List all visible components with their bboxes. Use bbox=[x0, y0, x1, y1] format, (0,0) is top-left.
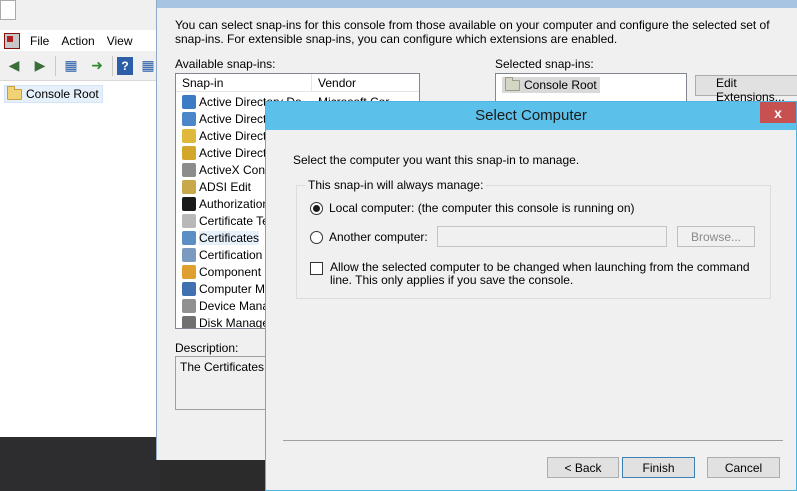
selected-item-label: Console Root bbox=[524, 78, 597, 92]
snapin-icon bbox=[182, 145, 196, 160]
dialog-frame bbox=[157, 0, 797, 8]
allow-change-label: Allow the selected computer to be change… bbox=[330, 260, 750, 287]
another-computer-option[interactable]: Another computer: bbox=[310, 230, 428, 244]
snapin-icon bbox=[182, 298, 196, 313]
snapin-name: ADSI Edit bbox=[199, 179, 252, 194]
mmc-app-icon[interactable] bbox=[4, 32, 20, 49]
snapin-name: Authorization bbox=[199, 196, 270, 211]
dialog-body: Select the computer you want this snap-i… bbox=[273, 130, 790, 484]
snapin-icon bbox=[182, 315, 196, 328]
snapin-icon bbox=[182, 264, 196, 279]
finish-button[interactable]: Finish bbox=[622, 457, 695, 478]
snapin-name: ActiveX Contr bbox=[199, 162, 273, 177]
column-header-snapin[interactable]: Snap-in bbox=[176, 74, 312, 92]
snapin-icon bbox=[182, 128, 196, 143]
another-computer-input[interactable] bbox=[437, 226, 667, 247]
selected-snapins-label: Selected snap-ins: bbox=[495, 57, 594, 71]
snapin-icon bbox=[182, 213, 196, 228]
snapin-icon bbox=[182, 247, 196, 262]
toolbar-separator bbox=[55, 55, 56, 76]
groupbox-label: This snap-in will always manage: bbox=[305, 178, 487, 192]
selected-item-console-root[interactable]: Console Root bbox=[502, 76, 600, 93]
menu-file[interactable]: File bbox=[26, 34, 57, 48]
snapin-icon bbox=[182, 94, 196, 109]
snapin-name: Certificates bbox=[199, 230, 260, 245]
tree-item-label: Console Root bbox=[26, 87, 99, 101]
instruction-text: Select the computer you want this snap-i… bbox=[293, 153, 580, 167]
snapin-icon bbox=[182, 196, 196, 211]
description-box: The Certificates s bbox=[175, 356, 271, 410]
menu-view[interactable]: View bbox=[103, 34, 141, 48]
local-computer-option[interactable]: Local computer: (the computer this conso… bbox=[310, 201, 635, 215]
allow-change-checkbox[interactable] bbox=[310, 262, 323, 275]
local-computer-label: Local computer: (the computer this conso… bbox=[329, 201, 635, 215]
back-button[interactable]: < Back bbox=[547, 457, 619, 478]
snapin-icon bbox=[182, 162, 196, 177]
column-header-vendor[interactable]: Vendor bbox=[312, 74, 419, 92]
snapin-icon bbox=[182, 111, 196, 126]
help-icon[interactable]: ? bbox=[117, 56, 133, 75]
selected-snapins-list[interactable]: Console Root bbox=[495, 73, 687, 103]
snapin-icon bbox=[182, 230, 196, 245]
mmc-window: File Action View ◀ ▶ ▦ ➜ ? ▦ Console Roo… bbox=[0, 0, 160, 437]
list-header: Snap-in Vendor bbox=[176, 74, 419, 92]
menu-action[interactable]: Action bbox=[57, 34, 102, 48]
button-divider bbox=[283, 440, 783, 441]
forward-arrow-icon[interactable]: ▶ bbox=[29, 55, 51, 77]
browse-button[interactable]: Browse... bbox=[677, 226, 755, 247]
folder-icon bbox=[505, 76, 520, 91]
show-hide-tree-icon[interactable]: ▦ bbox=[60, 55, 82, 77]
snapin-name: Certificate Te bbox=[199, 213, 269, 228]
description-label: Description: bbox=[175, 341, 239, 355]
toolbar-separator bbox=[112, 55, 113, 76]
mmc-menubar: File Action View bbox=[0, 30, 160, 51]
manage-groupbox: This snap-in will always manage: Local c… bbox=[296, 178, 771, 299]
another-computer-label: Another computer: bbox=[329, 230, 428, 244]
edit-extensions-button[interactable]: Edit Extensions... bbox=[695, 75, 797, 104]
snapin-name: Certification A bbox=[199, 247, 274, 262]
back-arrow-icon[interactable]: ◀ bbox=[3, 55, 25, 77]
close-icon[interactable]: x bbox=[760, 102, 796, 123]
export-list-icon[interactable]: ➜ bbox=[86, 55, 108, 77]
allow-change-option[interactable]: Allow the selected computer to be change… bbox=[310, 261, 760, 287]
another-computer-radio[interactable] bbox=[310, 230, 323, 244]
available-snapins-label: Available snap-ins: bbox=[175, 57, 276, 71]
cancel-button[interactable]: Cancel bbox=[707, 457, 780, 478]
dialog-title: Select Computer bbox=[475, 107, 587, 124]
titlebar-app-icon bbox=[0, 0, 16, 20]
intro-text: You can select snap-ins for this console… bbox=[175, 18, 770, 46]
snapin-icon bbox=[182, 179, 196, 194]
snapin-icon bbox=[182, 281, 196, 296]
folder-icon bbox=[7, 85, 22, 100]
tree-item-console-root[interactable]: Console Root bbox=[4, 85, 103, 103]
local-computer-radio[interactable] bbox=[310, 201, 323, 215]
mmc-titlebar bbox=[0, 0, 160, 30]
taskbar bbox=[0, 437, 160, 491]
mmc-toolbar: ◀ ▶ ▦ ➜ ? ▦ bbox=[0, 51, 160, 81]
select-computer-dialog: Select Computer x Select the computer yo… bbox=[265, 101, 797, 491]
dialog-titlebar[interactable]: Select Computer x bbox=[266, 102, 796, 130]
console-tree: Console Root bbox=[0, 82, 160, 437]
